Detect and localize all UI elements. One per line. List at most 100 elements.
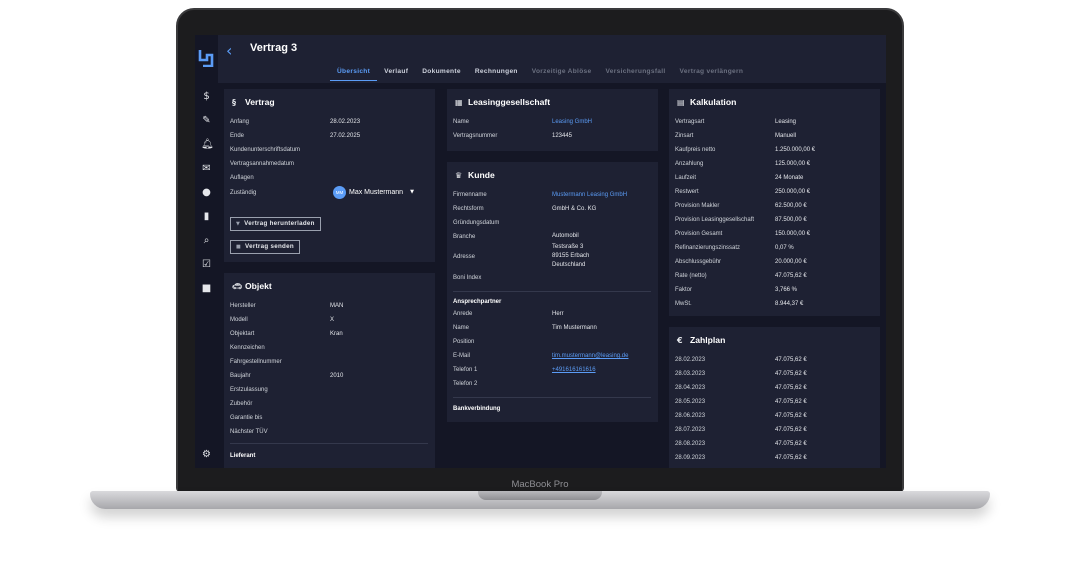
tab-uebersicht[interactable]: Übersicht xyxy=(330,68,378,81)
euro-icon: € xyxy=(677,336,683,345)
kalkulation-row: Zinsart Manuell xyxy=(675,133,797,139)
laptop-notch xyxy=(478,491,602,500)
kalkulation-row: Restwert 250.000,00 € xyxy=(675,189,811,195)
zahlplan-row: 28.08.2023 47.075,62 € xyxy=(675,441,807,447)
zahlplan-row: 28.02.2023 47.075,62 € xyxy=(675,357,807,363)
objekt-row: Objektart Kran xyxy=(230,331,343,337)
kalkulation-row: Provision Makler 62.500,00 € xyxy=(675,203,807,209)
kalkulation-row: Laufzeit 24 Monate xyxy=(675,175,804,181)
kunde-row: Firmenname Mustermann Leasing GmbH xyxy=(453,192,628,198)
laptop-brand-label: MacBook Pro xyxy=(511,479,569,490)
gear-icon[interactable]: ⚙ xyxy=(201,449,212,460)
kunde-row: Telefon 2 xyxy=(453,381,478,387)
tab-vertrag-verlaengern[interactable]: Vertrag verlängern xyxy=(673,68,751,81)
objekt-row: Garantie bis xyxy=(230,415,263,421)
kunde-card: ♛ Kunde Firmenname Mustermann Leasing GmbH… xyxy=(447,162,658,422)
kunde-row: Branche Automobil xyxy=(453,233,579,240)
kalkulation-row: Faktor 3,766 % xyxy=(675,287,798,293)
leasinggesellschaft-title: Leasinggesellschaft xyxy=(468,97,551,107)
objekt-row: Fahrgestellnummer xyxy=(230,359,282,365)
zahlplan-row: 28.07.2023 47.075,62 € xyxy=(675,427,807,433)
tab-rechnungen[interactable]: Rechnungen xyxy=(468,68,525,81)
app-logo[interactable] xyxy=(198,49,214,67)
chart-icon[interactable]: ▮ xyxy=(201,211,212,222)
kalkulation-row: Provision Gesamt 150.000,00 € xyxy=(675,231,811,237)
lieferant-heading: Lieferant xyxy=(230,453,256,459)
mail-icon[interactable]: ✉ xyxy=(201,163,212,174)
leasing-row: Name Leasing GmbH xyxy=(453,119,593,125)
calculator-icon: ▤ xyxy=(677,98,685,107)
send-contract-button[interactable]: ■ Vertrag senden xyxy=(230,240,300,254)
objekt-row: Nächster TÜV xyxy=(230,429,268,435)
leasinggesellschaft-card: ▦ Leasinggesellschaft Name Leasing GmbH Ve… xyxy=(447,89,658,151)
zahlplan-row: 28.03.2023 47.075,62 € xyxy=(675,371,807,377)
kunde-row: E-Mail tim.mustermann@leasing.de xyxy=(453,353,629,359)
vertrag-card: § Vertrag Anfang 28.02.2023 Ende 27.02.2025… xyxy=(224,89,435,262)
ansprechpartner-heading: Ansprechpartner xyxy=(453,299,502,305)
mail-icon: ■ xyxy=(236,244,242,250)
tab-vorzeitige-abloese[interactable]: Vorzeitige Ablöse xyxy=(525,68,599,81)
bankverbindung-heading: Bankverbindung xyxy=(453,406,501,412)
address-line: Deutschland xyxy=(552,262,586,268)
app-screen: $ ✎ 🔔︎ ✉ ● ▮ ⌕ ☑ ■ ⚙ ‹ Vertrag 3 Übersic… xyxy=(195,35,886,468)
kalkulation-row: Provision Leasinggesellschaft 87.500,00 € xyxy=(675,217,807,223)
divider xyxy=(453,291,651,292)
vertrag-row: Vertragsannahmedatum xyxy=(230,161,295,167)
crown-icon: ♛ xyxy=(455,171,463,180)
page-title: Vertrag 3 xyxy=(250,42,298,54)
zustaendig-label: Zuständig xyxy=(230,190,257,196)
zahlplan-title: Zahlplan xyxy=(690,335,726,345)
download-icon: ▼ xyxy=(236,221,241,227)
chevron-down-icon: ▼ xyxy=(410,189,414,195)
car-icon: 🚗︎ xyxy=(232,282,243,291)
zahlplan-row: 28.09.2023 47.075,62 € xyxy=(675,455,807,461)
download-contract-button[interactable]: ▼ Vertrag herunterladen xyxy=(230,217,321,231)
leasing-row: Vertragsnummer 123445 xyxy=(453,133,573,139)
kalkulation-row: Abschlussgebühr 20.000,00 € xyxy=(675,259,807,265)
grid-icon[interactable]: ■ xyxy=(201,283,212,294)
tab-dokumente[interactable]: Dokumente xyxy=(415,68,468,81)
back-arrow-icon[interactable]: ‹ xyxy=(226,41,232,60)
laptop-chin: MacBook Pro xyxy=(178,468,902,492)
paragraph-icon: § xyxy=(232,98,236,107)
edit-document-icon[interactable]: ✎ xyxy=(201,115,212,126)
objekt-row: Modell X xyxy=(230,317,335,323)
kalkulation-row: Kaufpreis netto 1.250.000,00 € xyxy=(675,147,816,153)
tab-versicherungsfall[interactable]: Versicherungsfall xyxy=(598,68,672,81)
assignee-select[interactable]: MM Max Mustermann ▼ xyxy=(333,184,414,200)
kunde-title: Kunde xyxy=(468,170,495,180)
phone-link[interactable]: +491616161616 xyxy=(552,367,596,373)
kalkulation-row: Refinanzierungszinssatz 0,07 % xyxy=(675,245,794,251)
vertrag-title: Vertrag xyxy=(245,97,275,107)
tab-bar: Übersicht Verlauf Dokumente Rechnungen V… xyxy=(330,68,750,81)
objekt-row: Zubehör xyxy=(230,401,253,407)
kunde-row: Position xyxy=(453,339,475,345)
objekt-row: Hersteller MAN xyxy=(230,303,344,309)
kunde-row: Name Tim Mustermann xyxy=(453,325,597,331)
sidebar: $ ✎ 🔔︎ ✉ ● ▮ ⌕ ☑ ■ ⚙ xyxy=(195,35,218,468)
objekt-title: Objekt xyxy=(245,281,272,291)
checkbox-icon[interactable]: ☑ xyxy=(201,259,212,270)
divider xyxy=(453,397,651,398)
users-icon[interactable]: ● xyxy=(201,187,212,198)
zahlplan-card: € Zahlplan 28.02.2023 47.075,62 € 28.03.20… xyxy=(669,327,880,468)
page-header: ‹ Vertrag 3 Übersicht Verlauf Dokumente … xyxy=(218,35,886,83)
bell-icon[interactable]: 🔔︎ xyxy=(201,139,214,150)
kunde-row: Anrede Herr xyxy=(453,311,564,317)
kalkulation-card: ▤ Kalkulation Vertragsart Leasing Zinsart M… xyxy=(669,89,880,316)
kalkulation-row: Vertragsart Leasing xyxy=(675,119,797,125)
vertrag-row: Kundenunterschriftsdatum xyxy=(230,147,301,153)
kunde-row: Gründungsdatum xyxy=(453,220,500,226)
email-link[interactable]: tim.mustermann@leasing.de xyxy=(552,353,628,359)
tab-verlauf[interactable]: Verlauf xyxy=(377,68,415,81)
zahlplan-row: 28.06.2023 47.075,62 € xyxy=(675,413,807,419)
objekt-row: Kennzeichen xyxy=(230,345,265,351)
kalkulation-row: Rate (netto) 47.075,62 € xyxy=(675,273,807,279)
dollar-icon[interactable]: $ xyxy=(201,91,212,102)
kalkulation-row: Anzahlung 125.000,00 € xyxy=(675,161,811,167)
search-icon[interactable]: ⌕ xyxy=(201,235,212,246)
kunde-row: Boni Index xyxy=(453,275,482,281)
vertrag-row: Anfang 28.02.2023 xyxy=(230,119,361,125)
zahlplan-row: 28.04.2023 47.075,62 € xyxy=(675,385,807,391)
vertrag-row: Ende 27.02.2025 xyxy=(230,133,361,139)
